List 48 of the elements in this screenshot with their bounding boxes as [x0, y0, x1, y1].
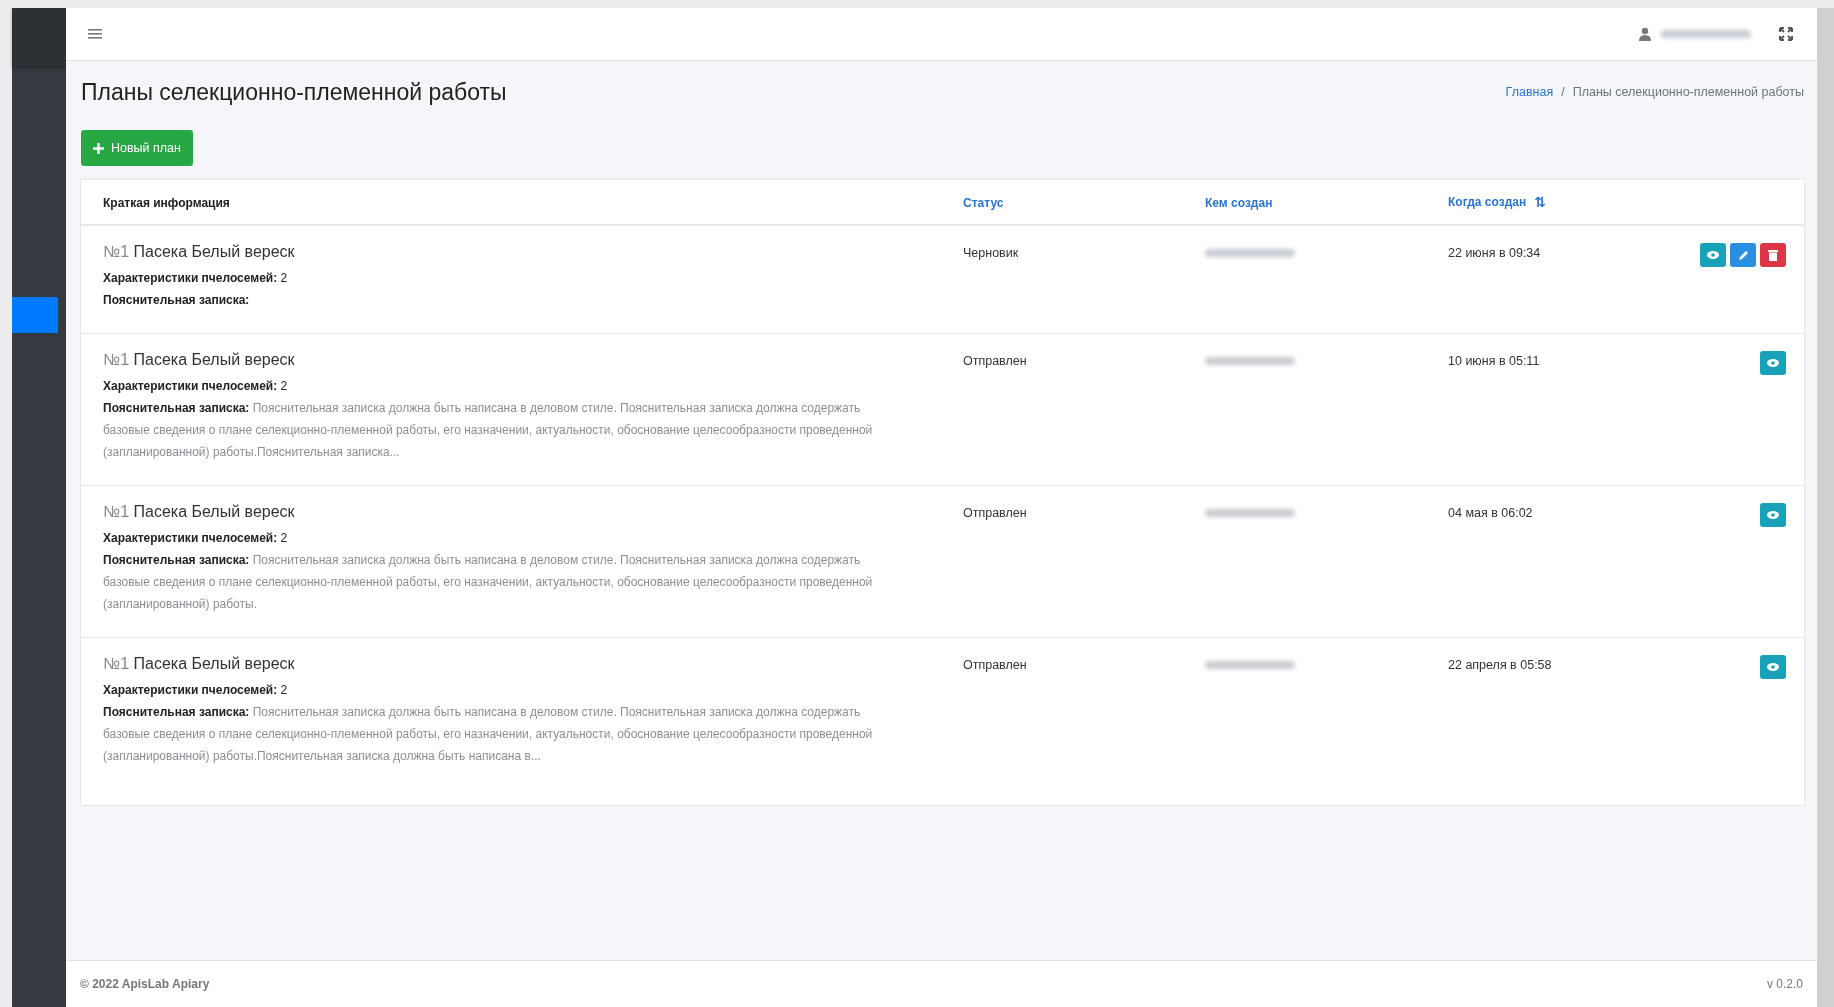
column-header: Краткая информация — [103, 196, 230, 210]
eye-icon — [1767, 359, 1779, 367]
date-cell-text: 22 июня в 09:34 — [1448, 245, 1541, 262]
plus-icon — [93, 142, 104, 154]
trash-icon — [1768, 249, 1778, 261]
traits-text: Характеристики пчелосемей: 2 — [103, 378, 289, 395]
status-cell: Отправлен — [963, 506, 1027, 520]
column-header-link[interactable]: Когда создан — [1448, 195, 1527, 209]
plan-title: №1 Пасека Белый вереск — [103, 503, 296, 521]
note-text: Пояснительная записка: Пояснительная записка должна быть написана в деловом стиле. Пояснительная записка должна содержать базовые сведения о плане селекционно-племенной работы, его назначении, актуальности, обоснование целесообразности проведенной (запланированной) работы. — [103, 552, 874, 613]
breadcrumb-link[interactable]: Главная — [1505, 85, 1554, 99]
edit-button[interactable] — [1730, 243, 1756, 267]
delete-button[interactable] — [1760, 243, 1786, 267]
note-text: Пояснительная записка: Пояснительная записка должна быть написана в деловом стиле. Пояснительная записка должна содержать базовые сведения о плане селекционно-племенной работы, его назначении, актуальности, обоснование целесообразности проведенной (запланированной) работы.Пояснительная записка... — [103, 400, 874, 461]
view-button[interactable] — [1700, 243, 1726, 267]
eye-icon — [1707, 251, 1719, 259]
version-text: v 0.2.0 — [1766, 977, 1803, 991]
pencil-icon — [1737, 249, 1749, 261]
menu-icon[interactable] — [88, 28, 102, 40]
breadcrumb-separator: / — [1561, 85, 1565, 99]
plan-title: №1 Пасека Белый вереск — [103, 655, 296, 673]
view-button[interactable] — [1760, 655, 1786, 679]
new-plan-button[interactable]: Новый план — [81, 130, 193, 166]
sort-icon[interactable]: ⇅ — [1534, 194, 1546, 210]
traits-text: Характеристики пчелосемей: 2 — [103, 530, 289, 547]
status-cell: Отправлен — [963, 354, 1027, 368]
date-cell-text: 04 мая в 06:02 — [1448, 505, 1533, 522]
view-button[interactable] — [1760, 351, 1786, 375]
note-text: Пояснительная записка: Пояснительная записка должна быть написана в деловом стиле. Пояснительная записка должна содержать базовые сведения о плане селекционно-племенной работы, его назначении, актуальности, обоснование целесообразности проведенной (запланированной) работы.Пояснительная записка должна быть написана в... — [103, 704, 874, 765]
plan-title: №1 Пасека Белый вереск — [103, 243, 296, 261]
view-button[interactable] — [1760, 503, 1786, 527]
user-icon[interactable] — [1639, 27, 1651, 41]
eye-icon — [1767, 511, 1779, 519]
traits-text: Характеристики пчелосемей: 2 — [103, 682, 289, 699]
copyright-text: © 2022 ApisLab Apiary — [80, 977, 210, 991]
fullscreen-icon[interactable] — [1779, 27, 1793, 41]
date-cell-text: 10 июня в 05:11 — [1448, 353, 1540, 370]
note-text: Пояснительная записка: — [103, 292, 251, 309]
breadcrumb-current: Планы селекционно-племенной работы — [1572, 85, 1804, 99]
eye-icon — [1767, 663, 1779, 671]
date-cell-text: 22 апреля в 05:58 — [1448, 657, 1552, 674]
page-title: Планы селекционно-племенной работы — [81, 78, 507, 106]
column-header-link[interactable]: Кем создан — [1205, 196, 1273, 210]
traits-text: Характеристики пчелосемей: 2 — [103, 270, 289, 287]
status-cell: Отправлен — [963, 658, 1027, 672]
status-cell: Черновик — [963, 246, 1019, 260]
column-header-link[interactable]: Статус — [963, 196, 1004, 210]
plan-title: №1 Пасека Белый вереск — [103, 351, 296, 369]
